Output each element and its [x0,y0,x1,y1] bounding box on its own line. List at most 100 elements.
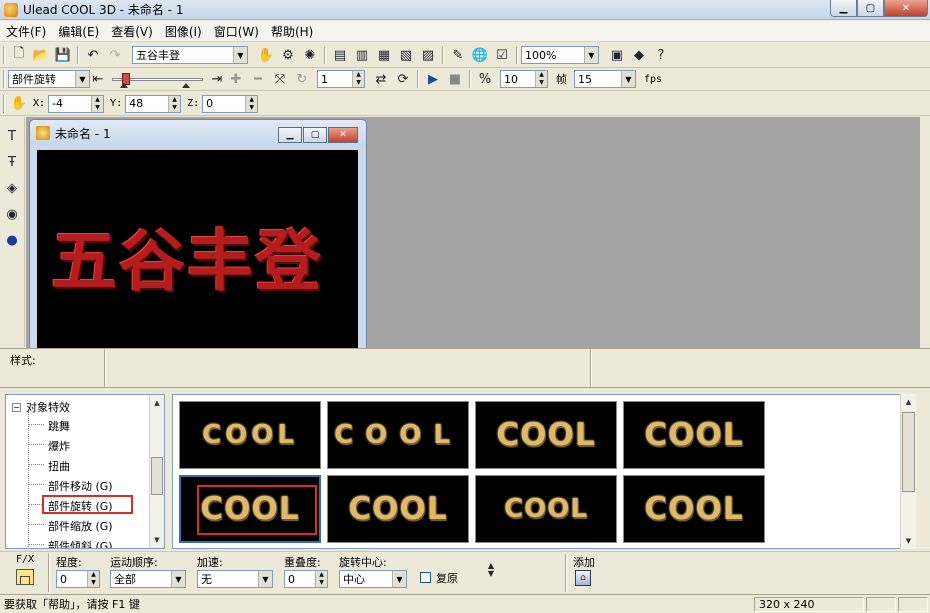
redo-icon[interactable]: ↷ [105,45,125,65]
scroll-down-icon[interactable]: ▼ [150,533,164,547]
percent-icon[interactable]: % [475,69,495,89]
restore-checkbox[interactable] [420,572,431,583]
gallery-thumbnail[interactable]: COOL [623,475,765,543]
spin-arrows-icon[interactable]: ▲ ▼ [315,571,327,587]
accel-combo[interactable]: 无 ▼ [197,570,273,588]
chevron-down-icon[interactable]: ▼ [621,71,635,87]
spin-arrows-icon[interactable]: ▲ ▼ [352,71,364,87]
gallery-thumbnail[interactable]: COOL [327,401,469,469]
wand-icon[interactable]: ✎ [448,45,468,65]
spin-arrows-icon[interactable]: ▲ ▼ [245,95,258,112]
spin-arrows-icon[interactable]: ▲ ▼ [168,95,181,112]
scroll-thumb[interactable] [151,457,163,495]
timeline-slider[interactable] [110,70,205,88]
menu-image[interactable]: 图像(I) [159,23,208,40]
scroll-thumb[interactable] [902,412,915,492]
repeat-icon[interactable]: ⟳ [393,69,413,89]
layer-bottom-icon[interactable]: ▧ [396,45,416,65]
overlap-spinner[interactable]: 0 ▲ ▼ [284,570,328,588]
help-pointer-icon[interactable]: ? [651,45,671,65]
first-frame-icon[interactable]: ⇤ [91,69,105,89]
palette-icon[interactable]: ◆ [629,45,649,65]
save-icon[interactable]: 💾 [53,45,73,65]
insert-object-icon[interactable]: ● [2,230,22,250]
menu-view[interactable]: 查看(V) [105,23,159,40]
library-icon[interactable]: ▣ [607,45,627,65]
chevron-down-icon[interactable]: ▼ [233,47,247,63]
chevron-down-icon[interactable]: ▼ [392,571,406,587]
tree-item[interactable]: 扭曲 [48,458,70,474]
gallery-thumbnail[interactable]: COOL [475,401,617,469]
menu-edit[interactable]: 编辑(E) [52,23,105,40]
gallery-thumbnail[interactable]: COOL [179,401,321,469]
check-icon[interactable]: ☑ [492,45,512,65]
tree-root[interactable]: − 对象特效 [12,399,70,415]
gallery-thumbnail[interactable]: COOL [623,401,765,469]
tree-item[interactable]: 部件缩放 (G) [48,518,113,534]
spin-arrows-icon[interactable]: ▲ ▼ [535,71,547,87]
insert-shape-icon[interactable]: ◉ [2,204,22,224]
tree-scrollbar[interactable]: ▲ ▼ [149,395,164,548]
gallery-thumbnail-selected[interactable]: COOL [179,475,321,543]
tree-item[interactable]: 部件移动 (G) [48,478,113,494]
doc-close-button[interactable]: ✕ [328,127,358,143]
collapse-icon[interactable]: − [12,402,21,412]
swap-icon[interactable]: ⇄ [371,69,391,89]
chevron-down-icon[interactable]: ▼ [258,571,272,587]
order-combo[interactable]: 全部 ▼ [110,570,186,588]
layer-forward-icon[interactable]: ▥ [352,45,372,65]
insert-text-icon[interactable]: T [2,126,22,146]
workspace-scrollbar[interactable] [920,117,930,348]
layer-back-icon[interactable]: ▦ [374,45,394,65]
frame-count-combo[interactable]: 15 ▼ [574,70,636,88]
insert-geometry-icon[interactable]: ◈ [2,178,22,198]
hand-move-icon[interactable]: ✋ [9,94,29,114]
doc-minimize-button[interactable]: ▁ [278,127,302,143]
reverse-icon[interactable]: ⤧ [270,69,290,89]
stop-icon[interactable]: ■ [445,69,465,89]
menu-window[interactable]: 窗口(W) [208,23,265,40]
light-icon[interactable]: ✺ [300,45,320,65]
chevron-down-icon[interactable]: ▼ [75,71,89,87]
hand-pan-icon[interactable]: ✋ [256,45,276,65]
add-to-library-icon[interactable]: ⌂ [575,570,591,586]
gallery-scrollbar[interactable]: ▲ ▼ [900,394,916,549]
loop-icon[interactable]: ↻ [292,69,312,89]
layer-group-icon[interactable]: ▨ [418,45,438,65]
tree-item[interactable]: 部件倾斜 (G) [48,538,113,548]
degree-spinner[interactable]: 0 ▲ ▼ [56,570,100,588]
play-icon[interactable]: ▶ [423,69,443,89]
maximize-button[interactable]: ▢ [857,0,884,17]
last-frame-icon[interactable]: ⇥ [210,69,224,89]
app-icon[interactable] [4,2,18,17]
rotate-object-icon[interactable]: ⚙ [278,45,298,65]
menu-help[interactable]: 帮助(H) [265,23,319,40]
center-combo[interactable]: 中心 ▼ [339,570,407,588]
new-file-icon[interactable]: 🗋 [9,45,29,65]
text-combo[interactable]: 五谷丰登 ▼ [132,46,248,64]
x-spinner[interactable]: -4 ▲ ▼ [48,94,105,113]
frame-spinner[interactable]: 1 ▲ ▼ [317,70,365,88]
close-button[interactable]: ✕ [884,0,928,17]
chevron-down-icon[interactable]: ▼ [584,47,598,63]
add-keyframe-icon[interactable]: ✚ [226,69,246,89]
scroll-up-icon[interactable]: ▲ [150,396,164,410]
scroll-up-icon[interactable]: ▲ [901,395,916,409]
spin-arrows-icon[interactable]: ▲ ▼ [91,95,104,112]
z-spinner[interactable]: 0 ▲ ▼ [202,94,259,113]
fx-toggle-icon[interactable] [16,569,34,585]
layer-front-icon[interactable]: ▤ [330,45,350,65]
doc-maximize-button[interactable]: ▢ [303,127,327,143]
rate-spinner[interactable]: 10 ▲ ▼ [500,70,548,88]
y-spinner[interactable]: 48 ▲ ▼ [125,94,182,113]
edit-text-icon[interactable]: Ŧ [2,152,22,172]
remove-keyframe-icon[interactable]: ━ [248,69,268,89]
scroll-down-icon[interactable]: ▼ [901,534,916,548]
gallery-thumbnail[interactable]: COOL [327,475,469,543]
globe-icon[interactable]: 🌐 [470,45,490,65]
zoom-combo[interactable]: 100% ▼ [521,46,599,64]
tree-item[interactable]: 爆炸 [48,438,70,454]
chevron-down-icon[interactable]: ▼ [171,571,185,587]
open-folder-icon[interactable]: 📂 [31,45,51,65]
gallery-thumbnail[interactable]: COOL [475,475,617,543]
